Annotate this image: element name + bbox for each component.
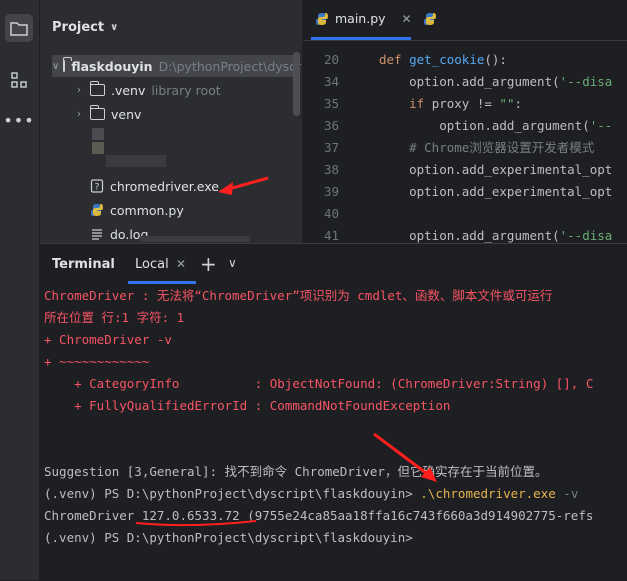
- code-text: option.add_argument('--disa: [379, 74, 613, 89]
- terminal-tab-bar: Terminal Local ✕ + ∨: [40, 244, 627, 284]
- terminal-command-arg: -v: [555, 486, 579, 501]
- terminal-line: Suggestion [3,General]: 找不到命令 ChromeDriv…: [44, 464, 548, 479]
- tab-main-py[interactable]: main.py ✕: [315, 11, 412, 26]
- line-number: 36: [323, 118, 339, 133]
- code-text: option.add_argument('--disa: [379, 228, 613, 243]
- python-file-icon: [316, 12, 328, 25]
- terminal-command: .\chromedriver.exe: [420, 486, 556, 501]
- python-file-icon: [91, 204, 103, 216]
- tab-label: main.py: [335, 11, 386, 26]
- terminal-line: + CategoryInfo : ObjectNotFound: (Chrome…: [44, 376, 594, 391]
- blurred-item-icon: [92, 128, 104, 140]
- tree-item-label: flaskdouyin: [71, 58, 153, 74]
- blurred-item-icon: [92, 142, 104, 154]
- code-text: if proxy != "":: [379, 96, 523, 111]
- terminal-line: + FullyQualifiedErrorId : CommandNotFoun…: [44, 398, 451, 413]
- line-number: 35: [323, 96, 339, 111]
- code-text: def get_cookie():: [379, 52, 507, 67]
- python-file-icon: [424, 13, 436, 25]
- active-tab-indicator: [128, 281, 196, 284]
- text-file-icon: [92, 229, 102, 240]
- tree-item-venv[interactable]: › venv: [72, 103, 141, 125]
- activity-bar: •••: [0, 0, 40, 580]
- tree-item-venv-hidden[interactable]: › .venv library root: [72, 79, 221, 101]
- line-number: 39: [323, 184, 339, 199]
- tree-item-label: common.py: [110, 202, 184, 218]
- svg-text:?: ?: [95, 183, 100, 193]
- terminal-line: ChromeDriver 127.0.6533.72 (9755e24ca85a…: [44, 508, 594, 523]
- line-number: 37: [323, 140, 339, 155]
- terminal-line: ChromeDriver : 无法将“ChromeDriver”项识别为 cmd…: [44, 288, 553, 303]
- code-text: option.add_experimental_opt: [379, 162, 613, 177]
- project-tool-icon[interactable]: [5, 14, 33, 42]
- folder-icon: [89, 105, 105, 120]
- line-number: 20: [323, 52, 339, 67]
- tree-item-common-py[interactable]: common.py: [90, 199, 184, 221]
- terminal-line: 所在位置 行:1 字符: 1: [44, 310, 185, 325]
- tree-item-label: chromedriver.exe: [110, 178, 219, 194]
- code-text: option.add_argument('--: [379, 118, 613, 133]
- tree-item-path: D:\pythonProject\dyscri: [158, 58, 302, 74]
- line-number: 38: [323, 162, 339, 177]
- folder-icon: [89, 81, 105, 96]
- terminal-line: (.venv) PS D:\pythonProject\dyscript\fla…: [44, 530, 413, 545]
- close-icon[interactable]: ✕: [402, 12, 412, 26]
- code-text: # Chrome浏览器设置开发者模式: [379, 140, 595, 155]
- chevron-down-icon[interactable]: ∨: [228, 256, 237, 270]
- blurred-item-label: [106, 155, 166, 167]
- folder-icon: [62, 57, 72, 72]
- terminal-panel: Terminal Local ✕ + ∨ ChromeDriver : 无法将“…: [40, 243, 627, 581]
- line-number: 40: [323, 206, 339, 221]
- tree-item-hint: library root: [151, 82, 221, 98]
- code-text: option.add_experimental_opt: [379, 184, 613, 199]
- project-panel: Project ∨ ∨ flaskdouyin D:\pythonProject…: [40, 0, 302, 243]
- tree-item-label: .venv: [111, 82, 146, 98]
- project-panel-header[interactable]: Project ∨: [52, 20, 118, 35]
- structure-tool-icon[interactable]: [5, 66, 33, 94]
- chevron-right-icon: ›: [77, 108, 81, 120]
- unknown-file-icon: ?: [90, 179, 104, 193]
- terminal-line: + ChromeDriver -v: [44, 332, 172, 347]
- terminal-title: Terminal: [52, 257, 115, 272]
- project-panel-title: Project: [52, 20, 105, 35]
- tree-item-label: venv: [111, 106, 142, 122]
- terminal-line: + ~~~~~~~~~~~~: [44, 354, 150, 369]
- tab-local[interactable]: Local: [135, 257, 169, 272]
- more-tools-icon[interactable]: •••: [3, 106, 33, 134]
- tree-item-flaskdouyin[interactable]: ∨ flaskdouyin D:\pythonProject\dyscri: [52, 55, 302, 77]
- line-number: 34: [323, 74, 339, 89]
- code-editor[interactable]: 20 def get_cookie(): 34 option.add_argumen…: [303, 41, 627, 243]
- chevron-right-icon: ›: [77, 84, 81, 96]
- tab-second-file[interactable]: [423, 11, 437, 30]
- add-icon[interactable]: +: [200, 252, 217, 276]
- chevron-down-icon: ∨: [110, 22, 119, 33]
- project-scrollbar[interactable]: [293, 52, 300, 116]
- chevron-down-icon: ∨: [52, 60, 60, 72]
- blurred-item-label: [140, 236, 250, 242]
- line-number: 41: [323, 228, 339, 243]
- terminal-line: (.venv) PS D:\pythonProject\dyscript\fla…: [44, 486, 579, 501]
- tree-item-chromedriver[interactable]: ? chromedriver.exe: [90, 175, 219, 197]
- active-tab-indicator: [311, 37, 411, 40]
- close-icon[interactable]: ✕: [176, 257, 186, 271]
- editor-tab-bar: main.py ✕: [303, 0, 627, 41]
